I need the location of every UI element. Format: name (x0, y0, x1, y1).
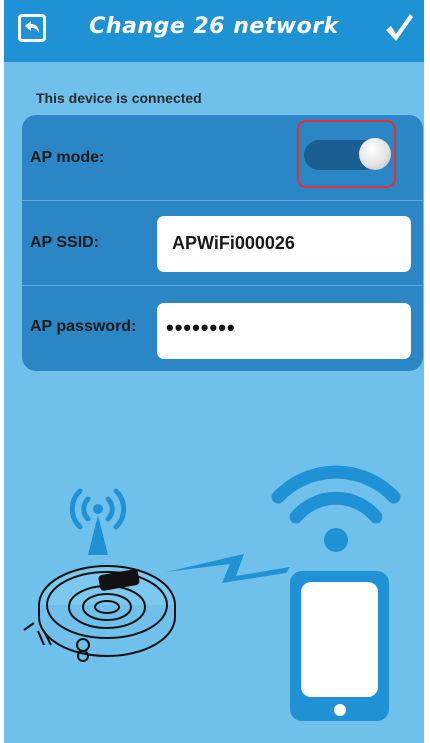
header-bar: Change 26 network (4, 0, 424, 62)
confirm-button[interactable] (382, 10, 416, 46)
ap-password-label: AP password: (30, 318, 137, 335)
back-button[interactable] (18, 14, 46, 42)
ap-password-field[interactable]: •••••••• (157, 303, 411, 359)
ap-mode-row: AP mode: (22, 115, 423, 199)
smartphone-icon (290, 571, 389, 721)
settings-card: AP mode: AP SSID: APWiFi000026 AP passwo… (22, 115, 423, 371)
lightning-link-icon (166, 554, 290, 583)
robot-vacuum-icon (23, 565, 176, 662)
ap-password-row: AP password: •••••••• (22, 286, 423, 371)
ap-ssid-value: APWiFi000026 (172, 233, 295, 253)
ap-password-masked-value: •••••••• (166, 315, 236, 340)
connection-illustration (23, 465, 401, 721)
page-title: Change 26 network (89, 14, 339, 39)
back-arrow-icon (25, 21, 39, 33)
checkmark-icon (386, 14, 413, 41)
connection-status: This device is connected (36, 90, 202, 106)
antenna-signal-icon (69, 488, 127, 555)
ap-ssid-row: AP SSID: APWiFi000026 (22, 201, 423, 285)
ap-mode-label: AP mode: (30, 149, 105, 166)
ap-ssid-field[interactable]: APWiFi000026 (157, 216, 411, 272)
network-settings-screen: Change 26 network This device is connect… (4, 0, 424, 743)
ap-ssid-label: AP SSID: (30, 234, 100, 251)
toggle-knob (359, 138, 391, 170)
wifi-icon (271, 465, 401, 552)
